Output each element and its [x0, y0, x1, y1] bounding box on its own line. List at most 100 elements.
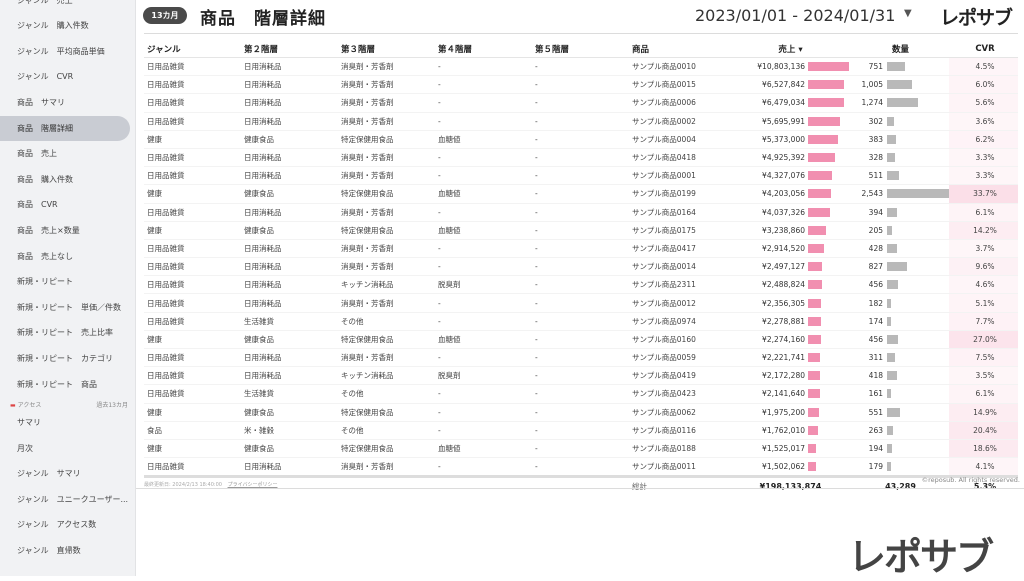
sales-value: ¥6,479,034 — [762, 98, 805, 108]
qty-bar — [887, 462, 891, 472]
column-header-level5[interactable]: 第５階層 — [532, 40, 629, 58]
sidebar-item[interactable]: 新規・リピート 売上比率 — [0, 320, 130, 345]
table-row[interactable]: 日用品雑貨 日用消耗品 消臭剤・芳香剤 - - サンプル商品0014 ¥2,497,127 8… — [144, 257, 1018, 277]
sales-bar — [808, 371, 820, 381]
cell-cvr: 3.6% — [949, 112, 1018, 131]
sidebar-item[interactable]: サマリ — [0, 410, 130, 435]
date-range-picker[interactable]: 2023/01/01 - 2024/01/31 — [695, 6, 895, 25]
sidebar: ジャンル 売上 ジャンル 購入件数 ジャンル 平均商品単価 ジャンル CVR 商品 サマ… — [0, 0, 136, 576]
table-row[interactable]: 日用品雑貨 日用消耗品 消臭剤・芳香剤 - - サンプル商品0015 ¥6,527,842 1… — [144, 75, 1018, 95]
cell-l3: 消臭剤・芳香剤 — [338, 348, 435, 368]
sales-value: ¥2,221,741 — [762, 353, 805, 363]
sales-value: ¥2,278,881 — [762, 316, 805, 326]
column-header-sales[interactable]: 売上 ▾ — [729, 40, 849, 58]
column-header-genre[interactable]: ジャンル — [144, 40, 241, 58]
table-row[interactable]: 日用品雑貨 日用消耗品 消臭剤・芳香剤 - - サンプル商品0418 ¥4,925,392 3… — [144, 148, 1018, 168]
column-header-product[interactable]: 商品 — [629, 40, 729, 58]
qty-value: 161 — [868, 389, 883, 399]
table-row[interactable]: 日用品雑貨 日用消耗品 消臭剤・芳香剤 - - サンプル商品0417 ¥2,914,520 4… — [144, 239, 1018, 259]
column-header-qty[interactable]: 数量 — [849, 40, 949, 58]
sidebar-item[interactable]: 商品 売上なし — [0, 244, 130, 269]
qty-value: 205 — [868, 225, 883, 235]
sidebar-item[interactable]: 商品 売上×数量 — [0, 218, 130, 243]
cell-qty: 418 — [849, 366, 949, 386]
table-row[interactable]: 日用品雑貨 日用消耗品 消臭剤・芳香剤 - - サンプル商品0006 ¥6,479,034 1… — [144, 93, 1018, 113]
period-badge[interactable]: 13カ月 — [143, 7, 187, 24]
table-row[interactable]: 日用品雑貨 日用消耗品 消臭剤・芳香剤 - - サンプル商品0002 ¥5,695,991 3… — [144, 112, 1018, 131]
cell-sales: ¥2,172,280 — [729, 366, 849, 386]
table-row[interactable]: 健康 健康食品 特定保健用食品 血糖値 - サンプル商品0175 ¥3,238,860 205… — [144, 221, 1018, 240]
cell-l2: 生活雑貨 — [241, 384, 338, 404]
table-row[interactable]: 健康 健康食品 特定保健用食品 血糖値 - サンプル商品0188 ¥1,525,017 194… — [144, 439, 1018, 459]
sidebar-item[interactable]: 商品 購入件数 — [0, 167, 130, 192]
cell-qty: 179 — [849, 457, 949, 478]
cell-l5: - — [532, 403, 629, 422]
chevron-down-icon[interactable]: ▼ — [904, 8, 912, 19]
cell-l2: 健康食品 — [241, 439, 338, 459]
table-row[interactable]: 食品 米・雑穀 その他 - - サンプル商品0116 ¥1,762,010 263 20.4% — [144, 421, 1018, 440]
cell-qty: 311 — [849, 348, 949, 368]
table-row[interactable]: 日用品雑貨 日用消耗品 消臭剤・芳香剤 - - サンプル商品0059 ¥2,221,741 3… — [144, 348, 1018, 368]
sidebar-item[interactable]: 新規・リピート 単価／件数 — [0, 295, 130, 320]
cell-sales: ¥1,525,017 — [729, 439, 849, 459]
table-row[interactable]: 日用品雑貨 日用消耗品 消臭剤・芳香剤 - - サンプル商品0164 ¥4,037,326 3… — [144, 203, 1018, 222]
table-row[interactable]: 日用品雑貨 日用消耗品 消臭剤・芳香剤 - - サンプル商品0011 ¥1,502,062 1… — [144, 457, 1018, 478]
cell-sales: ¥1,975,200 — [729, 403, 849, 422]
sidebar-section-access: ▬ アクセス 過去13カ月 — [10, 398, 128, 410]
cell-l2: 健康食品 — [241, 403, 338, 422]
sidebar-item[interactable]: 新規・リピート 商品 — [0, 372, 130, 397]
sidebar-item[interactable]: ジャンル ユニークユーザー... — [0, 487, 130, 512]
table-row[interactable]: 日用品雑貨 日用消耗品 消臭剤・芳香剤 - - サンプル商品0001 ¥4,327,076 5… — [144, 166, 1018, 186]
sidebar-item[interactable]: ジャンル 購入件数 — [0, 13, 130, 38]
cell-l4: 血糖値 — [435, 221, 532, 240]
cell-genre: 日用品雑貨 — [144, 384, 241, 404]
column-header-level2[interactable]: 第２階層 — [241, 40, 338, 58]
sidebar-item[interactable]: 月次 — [0, 436, 130, 461]
table-row[interactable]: 日用品雑貨 日用消耗品 キッチン消耗品 脱臭剤 - サンプル商品2311 ¥2,488,82… — [144, 275, 1018, 295]
sidebar-item[interactable]: ジャンル 売上 — [0, 0, 130, 13]
cell-product: サンプル商品0062 — [629, 403, 729, 422]
column-header-cvr[interactable]: CVR — [949, 40, 1018, 58]
qty-value: 263 — [868, 425, 883, 435]
column-header-level4[interactable]: 第４階層 — [435, 40, 532, 58]
table-row[interactable]: 日用品雑貨 日用消耗品 消臭剤・芳香剤 - - サンプル商品0010 ¥10,803,136… — [144, 57, 1018, 77]
table-row[interactable]: 日用品雑貨 日用消耗品 キッチン消耗品 脱臭剤 - サンプル商品0419 ¥2,172,28… — [144, 366, 1018, 386]
cell-l3: 消臭剤・芳香剤 — [338, 75, 435, 95]
table-row[interactable]: 日用品雑貨 生活雑貨 その他 - - サンプル商品0423 ¥2,141,640 161 6.1… — [144, 384, 1018, 404]
logo: レポサブ — [940, 7, 1013, 29]
column-header-level3[interactable]: 第３階層 — [338, 40, 435, 58]
table-row[interactable]: 日用品雑貨 日用消耗品 消臭剤・芳香剤 - - サンプル商品0012 ¥2,356,305 1… — [144, 293, 1018, 313]
sidebar-item[interactable]: ジャンル 直帰数 — [0, 538, 130, 563]
sidebar-item[interactable]: 商品 階層詳細 — [0, 116, 130, 141]
qty-value: 1,274 — [861, 98, 883, 108]
sales-bar — [808, 298, 821, 308]
table-row[interactable]: 健康 健康食品 特定保健用食品 血糖値 - サンプル商品0199 ¥4,203,056 2,5… — [144, 184, 1018, 204]
sidebar-item[interactable]: ジャンル サマリ — [0, 461, 130, 486]
sidebar-item[interactable]: ジャンル 平均商品単価 — [0, 39, 130, 64]
sales-bar — [808, 353, 820, 363]
sidebar-item[interactable]: ジャンル アクセス数 — [0, 512, 130, 537]
sidebar-item[interactable]: 新規・リピート カテゴリ — [0, 346, 130, 371]
sidebar-item[interactable]: 商品 売上 — [0, 141, 130, 166]
table-row[interactable]: 日用品雑貨 生活雑貨 その他 - - サンプル商品0974 ¥2,278,881 174 7.7… — [144, 312, 1018, 331]
sidebar-item[interactable]: 商品 サマリ — [0, 90, 130, 115]
sidebar-item[interactable]: ジャンル CVR — [0, 64, 130, 89]
cell-l4: - — [435, 93, 532, 113]
sidebar-item[interactable]: 商品 CVR — [0, 192, 130, 217]
cell-qty: 263 — [849, 421, 949, 440]
cell-sales: ¥5,373,000 — [729, 130, 849, 149]
table-row[interactable]: 健康 健康食品 特定保健用食品 血糖値 - サンプル商品0160 ¥2,274,160 456… — [144, 330, 1018, 350]
qty-bar — [887, 298, 891, 308]
cell-product: サンプル商品0014 — [629, 257, 729, 277]
cell-cvr: 6.1% — [949, 203, 1018, 222]
cell-genre: 日用品雑貨 — [144, 257, 241, 277]
qty-bar — [887, 280, 898, 290]
table-row[interactable]: 健康 健康食品 特定保健用食品 - - サンプル商品0062 ¥1,975,200 551 14… — [144, 403, 1018, 422]
qty-value: 302 — [868, 116, 883, 126]
cell-genre: 健康 — [144, 330, 241, 350]
table-row[interactable]: 健康 健康食品 特定保健用食品 血糖値 - サンプル商品0004 ¥5,373,000 383… — [144, 130, 1018, 149]
sidebar-item[interactable]: 新規・リピート — [0, 269, 130, 294]
cell-l2: 日用消耗品 — [241, 93, 338, 113]
cell-cvr: 33.7% — [949, 184, 1018, 204]
cell-l5: - — [532, 203, 629, 222]
